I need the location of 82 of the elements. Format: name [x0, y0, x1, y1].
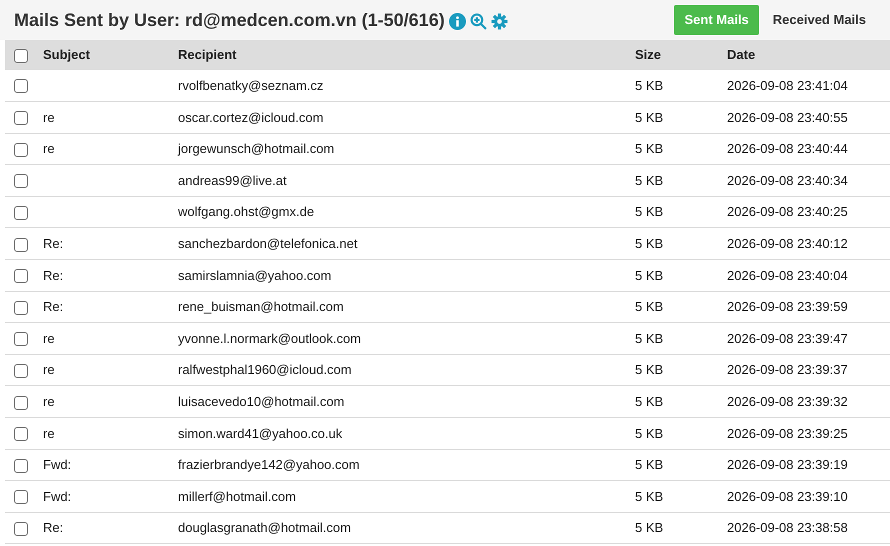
date-cell: 2026-09-08 23:40:34 [727, 172, 848, 188]
checkbox[interactable] [14, 490, 28, 504]
recipient-cell: andreas99@live.at [178, 172, 287, 188]
date-cell: 2026-09-08 23:38:58 [727, 520, 848, 536]
recipient-cell: frazierbrandye142@yahoo.com [178, 457, 360, 472]
checkbox[interactable] [14, 174, 28, 188]
checkbox[interactable] [14, 269, 28, 284]
recipient-cell: jorgewunsch@hotmail.com [178, 141, 334, 156]
date-cell: 2026-09-08 23:39:47 [727, 330, 848, 346]
subject-cell: Re: [43, 268, 64, 283]
date-cell: 2026-09-08 23:40:12 [727, 236, 848, 252]
page-title: Mails Sent by User: rd@medcen.com.vn (1-50/616) [14, 8, 445, 32]
size-cell: 5 KB [635, 299, 664, 314]
date-cell: 2026-09-08 23:40:25 [727, 204, 848, 220]
checkbox[interactable] [14, 142, 28, 157]
date-cell: 2026-09-08 23:41:04 [727, 78, 848, 93]
checkbox[interactable] [14, 332, 28, 346]
recipient-cell: luisacevedo10@hotmail.com [178, 394, 344, 409]
recipient-cell: rene_buisman@hotmail.com [178, 299, 344, 314]
recipient-cell: millerf@hotmail.com [178, 488, 296, 504]
recipient-cell: samirslamnia@yahoo.com [178, 268, 332, 283]
subject-cell: re [43, 141, 55, 156]
size-cell: 5 KB [635, 457, 664, 472]
recipient-cell: oscar.cortez@icloud.com [178, 110, 324, 125]
subject-cell: re [43, 426, 55, 441]
size-cell: 5 KB [635, 520, 664, 536]
size-cell: 5 KB [635, 78, 664, 93]
date-cell: 2026-09-08 23:39:32 [727, 394, 848, 409]
subject-cell: re [43, 362, 55, 378]
size-cell: 5 KB [635, 426, 664, 441]
size-cell: 5 KB [635, 172, 664, 188]
recipient-cell: yvonne.l.normark@outlook.com [178, 330, 361, 346]
column-header[interactable]: Date [727, 47, 756, 62]
checkbox[interactable] [14, 427, 28, 442]
checkbox[interactable] [14, 79, 28, 94]
subject-cell: Re: [43, 236, 64, 252]
date-cell: 2026-09-08 23:39:59 [727, 299, 848, 314]
recipient-cell: ralfwestphal1960@icloud.com [178, 362, 352, 378]
date-cell: 2026-09-08 23:39:37 [727, 362, 848, 378]
settings-icon[interactable] [490, 13, 508, 30]
date-cell: 2026-09-08 23:39:10 [727, 488, 848, 504]
size-cell: 5 KB [635, 236, 664, 252]
zoom-in-icon[interactable] [470, 13, 487, 30]
checkbox[interactable] [14, 364, 28, 378]
column-header[interactable]: Size [635, 47, 662, 62]
size-cell: 5 KB [635, 141, 664, 156]
checkbox[interactable] [14, 522, 28, 536]
info-icon[interactable] [448, 13, 466, 30]
size-cell: 5 KB [635, 268, 664, 283]
column-header[interactable]: Recipient [178, 47, 237, 62]
subject-cell: re [43, 330, 55, 346]
date-cell: 2026-09-08 23:39:25 [727, 426, 848, 441]
size-cell: 5 KB [635, 362, 664, 378]
size-cell: 5 KB [635, 488, 664, 504]
checkbox[interactable] [14, 300, 28, 315]
subject-cell: Re: [43, 520, 64, 536]
checkbox[interactable] [14, 206, 28, 220]
size-cell: 5 KB [635, 330, 664, 346]
recipient-cell: douglasgranath@hotmail.com [178, 520, 351, 536]
subject-cell: Fwd: [43, 457, 72, 472]
size-cell: 5 KB [635, 204, 664, 220]
subject-cell: re [43, 110, 55, 125]
column-header[interactable]: Subject [43, 47, 90, 62]
recipient-cell: sanchezbardon@telefonica.net [178, 236, 358, 252]
subject-cell: Fwd: [43, 488, 72, 504]
date-cell: 2026-09-08 23:40:04 [727, 268, 848, 283]
date-cell: 2026-09-08 23:40:55 [727, 110, 848, 125]
checkbox[interactable] [14, 396, 28, 410]
checkbox[interactable] [14, 48, 28, 63]
subject-cell: re [43, 394, 55, 409]
checkbox[interactable] [14, 111, 28, 126]
tab[interactable]: Received Mails [762, 5, 876, 35]
checkbox[interactable] [14, 458, 28, 473]
checkbox[interactable] [14, 238, 28, 252]
recipient-cell: wolfgang.ohst@gmx.de [178, 204, 314, 220]
subject-cell: Re: [43, 299, 64, 314]
recipient-cell: simon.ward41@yahoo.co.uk [178, 426, 342, 441]
size-cell: 5 KB [635, 110, 664, 125]
size-cell: 5 KB [635, 394, 664, 409]
date-cell: 2026-09-08 23:39:19 [727, 457, 848, 472]
recipient-cell: rvolfbenatky@seznam.cz [178, 78, 324, 93]
date-cell: 2026-09-08 23:40:44 [727, 141, 848, 156]
